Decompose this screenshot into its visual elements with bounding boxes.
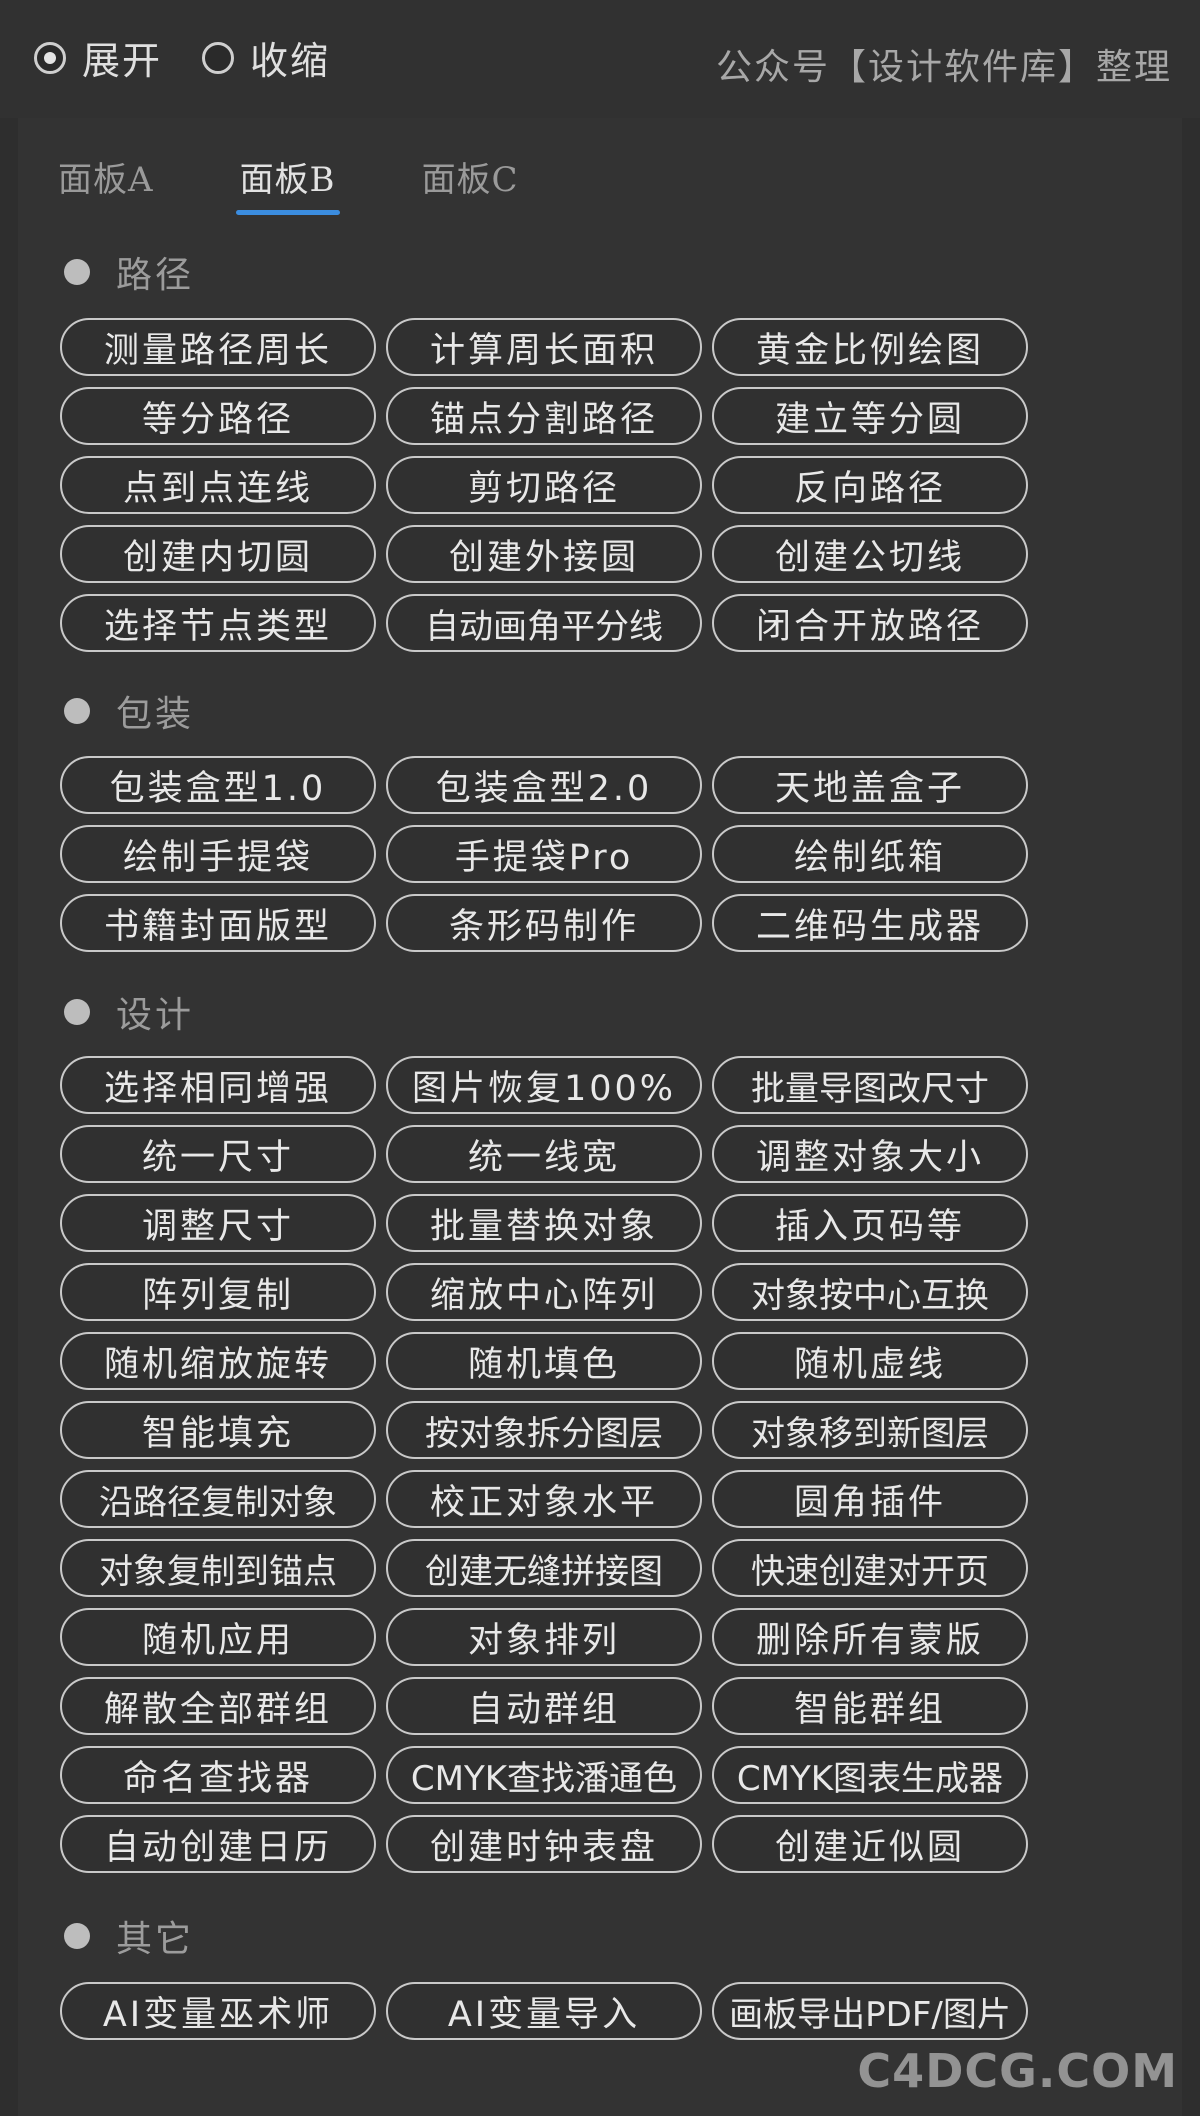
tool-button[interactable]: 锚点分割路径 (386, 387, 702, 445)
tool-button[interactable]: 统一线宽 (386, 1125, 702, 1183)
tool-button[interactable]: AI变量巫术师 (60, 1982, 376, 2040)
tool-button[interactable]: CMYK查找潘通色 (386, 1746, 702, 1804)
section-header-design: 设计 (64, 986, 194, 1038)
tab-panel-a[interactable]: 面板A (58, 152, 154, 215)
tool-button[interactable]: 批量导图改尺寸 (712, 1056, 1028, 1114)
tab-panel-c[interactable]: 面板C (422, 152, 519, 215)
watermark: C4DCG.COM (857, 2044, 1178, 2098)
tool-button[interactable]: 对象按中心互换 (712, 1263, 1028, 1321)
tool-button[interactable]: 批量替换对象 (386, 1194, 702, 1252)
tool-button[interactable]: 黄金比例绘图 (712, 318, 1028, 376)
tool-button[interactable]: 创建公切线 (712, 525, 1028, 583)
tool-button[interactable]: 点到点连线 (60, 456, 376, 514)
tab-panel-b[interactable]: 面板B (235, 152, 340, 215)
section-header-other: 其它 (64, 1910, 194, 1962)
tool-button[interactable]: 计算周长面积 (386, 318, 702, 376)
button-grid-other: AI变量巫术师 AI变量导入 画板导出PDF/图片 (60, 1982, 1028, 2040)
tool-button[interactable]: 测量路径周长 (60, 318, 376, 376)
section-header-path: 路径 (64, 246, 194, 298)
tool-button[interactable]: 包装盒型1.0 (60, 756, 376, 814)
tool-button[interactable]: 对象复制到锚点 (60, 1539, 376, 1597)
tool-button[interactable]: 条形码制作 (386, 894, 702, 952)
tool-button[interactable]: 创建内切圆 (60, 525, 376, 583)
tool-button[interactable]: 选择节点类型 (60, 594, 376, 652)
tool-button[interactable]: 对象移到新图层 (712, 1401, 1028, 1459)
radio-collapse[interactable]: 收缩 (202, 30, 330, 85)
tool-button[interactable]: 解散全部群组 (60, 1677, 376, 1735)
tool-button[interactable]: 二维码生成器 (712, 894, 1028, 952)
tool-button[interactable]: 创建时钟表盘 (386, 1815, 702, 1873)
tool-button[interactable]: 校正对象水平 (386, 1470, 702, 1528)
radio-unchecked-icon (202, 41, 234, 74)
tool-button[interactable]: 沿路径复制对象 (60, 1470, 376, 1528)
radio-collapse-label: 收缩 (250, 39, 331, 83)
tool-button[interactable]: AI变量导入 (386, 1982, 702, 2040)
tool-button[interactable]: 随机填色 (386, 1332, 702, 1390)
tool-button[interactable]: 圆角插件 (712, 1470, 1028, 1528)
section-header-packaging: 包装 (64, 685, 194, 737)
tool-button[interactable]: 自动群组 (386, 1677, 702, 1735)
section-title-other: 其它 (116, 1919, 195, 1960)
bullet-icon (64, 698, 90, 724)
tool-button[interactable]: 调整对象大小 (712, 1125, 1028, 1183)
tool-button[interactable]: 选择相同增强 (60, 1056, 376, 1114)
tool-button[interactable]: 快速创建对开页 (712, 1539, 1028, 1597)
tool-button[interactable]: 天地盖盒子 (712, 756, 1028, 814)
tool-button[interactable]: 反向路径 (712, 456, 1028, 514)
bullet-icon (64, 1923, 90, 1949)
tool-button[interactable]: 随机虚线 (712, 1332, 1028, 1390)
tool-button[interactable]: 对象排列 (386, 1608, 702, 1666)
tab-bar: 面板A 面板B 面板C (58, 152, 519, 215)
tool-button[interactable]: 自动画角平分线 (386, 594, 702, 652)
tool-button[interactable]: 等分路径 (60, 387, 376, 445)
radio-expand[interactable]: 展开 (34, 30, 162, 85)
tool-button[interactable]: 闭合开放路径 (712, 594, 1028, 652)
tool-button[interactable]: 创建近似圆 (712, 1815, 1028, 1873)
credit-text: 公众号【设计软件库】整理 (715, 47, 1172, 88)
bullet-icon (64, 999, 90, 1025)
tool-button[interactable]: 自动创建日历 (60, 1815, 376, 1873)
tool-button[interactable]: 统一尺寸 (60, 1125, 376, 1183)
tool-button[interactable]: CMYK图表生成器 (712, 1746, 1028, 1804)
tool-button[interactable]: 命名查找器 (60, 1746, 376, 1804)
section-title-path: 路径 (116, 255, 195, 296)
tool-button[interactable]: 画板导出PDF/图片 (712, 1982, 1028, 2040)
radio-checked-icon (34, 41, 66, 74)
tool-button[interactable]: 智能填充 (60, 1401, 376, 1459)
tool-button[interactable]: 随机应用 (60, 1608, 376, 1666)
tool-button[interactable]: 缩放中心阵列 (386, 1263, 702, 1321)
button-grid-packaging: 包装盒型1.0 包装盒型2.0 天地盖盒子 绘制手提袋 手提袋Pro 绘制纸箱 … (60, 756, 1028, 952)
tool-button[interactable]: 智能群组 (712, 1677, 1028, 1735)
button-grid-design: 选择相同增强 图片恢复100% 批量导图改尺寸 统一尺寸 统一线宽 调整对象大小… (60, 1056, 1028, 1873)
tool-button[interactable]: 绘制纸箱 (712, 825, 1028, 883)
section-title-design: 设计 (116, 995, 195, 1036)
tool-button[interactable]: 书籍封面版型 (60, 894, 376, 952)
button-grid-path: 测量路径周长 计算周长面积 黄金比例绘图 等分路径 锚点分割路径 建立等分圆 点… (60, 318, 1028, 652)
tool-button[interactable]: 调整尺寸 (60, 1194, 376, 1252)
section-title-packaging: 包装 (116, 694, 195, 735)
tool-button[interactable]: 删除所有蒙版 (712, 1608, 1028, 1666)
tool-button[interactable]: 包装盒型2.0 (386, 756, 702, 814)
tool-button[interactable]: 绘制手提袋 (60, 825, 376, 883)
tool-button[interactable]: 图片恢复100% (386, 1056, 702, 1114)
tool-button[interactable]: 插入页码等 (712, 1194, 1028, 1252)
tool-button[interactable]: 创建无缝拼接图 (386, 1539, 702, 1597)
tool-button[interactable]: 随机缩放旋转 (60, 1332, 376, 1390)
tool-button[interactable]: 创建外接圆 (386, 525, 702, 583)
tool-button[interactable]: 剪切路径 (386, 456, 702, 514)
bullet-icon (64, 259, 90, 285)
tool-button[interactable]: 建立等分圆 (712, 387, 1028, 445)
radio-expand-label: 展开 (82, 39, 163, 83)
tool-button[interactable]: 手提袋Pro (386, 825, 702, 883)
tool-button[interactable]: 按对象拆分图层 (386, 1401, 702, 1459)
tool-button[interactable]: 阵列复制 (60, 1263, 376, 1321)
